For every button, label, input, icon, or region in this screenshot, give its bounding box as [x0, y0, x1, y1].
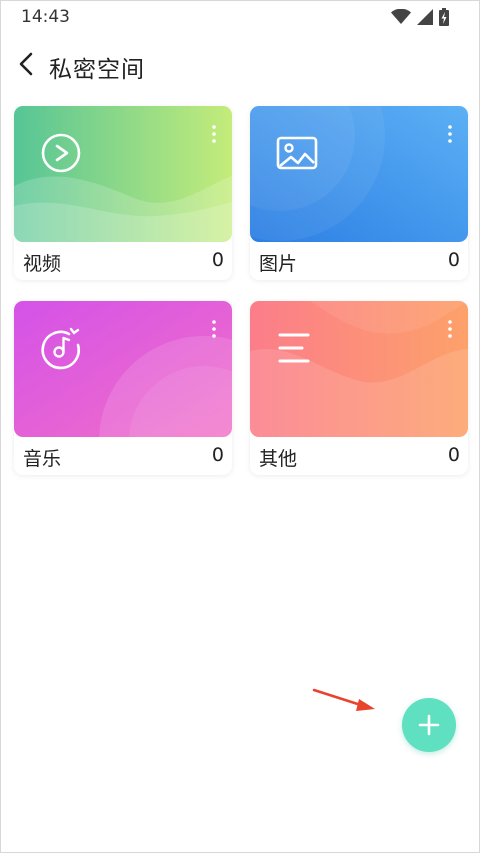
chevron-left-icon [19, 52, 33, 76]
card-label: 音乐 [23, 448, 62, 470]
image-icon [276, 136, 318, 170]
play-circle-icon [41, 133, 81, 173]
more-icon[interactable] [440, 319, 460, 343]
page-title: 私密空间 [49, 57, 145, 83]
card-other[interactable]: 其他 0 [250, 301, 468, 475]
card-music[interactable]: 音乐 0 [14, 301, 232, 475]
status-icons [391, 8, 449, 26]
signal-icon [417, 9, 433, 25]
wifi-icon [391, 9, 411, 24]
more-icon[interactable] [204, 124, 224, 148]
card-count: 0 [211, 249, 224, 271]
battery-icon [439, 8, 449, 26]
status-bar: 14:43 [1, 1, 480, 33]
annotation-arrow [312, 688, 375, 711]
menu-lines-icon [278, 333, 310, 363]
card-images[interactable]: 图片 0 [250, 106, 468, 280]
card-count: 0 [447, 249, 460, 271]
more-icon[interactable] [204, 319, 224, 343]
card-label: 其他 [259, 448, 298, 470]
card-count: 0 [447, 444, 460, 466]
plus-icon [418, 714, 440, 736]
card-label: 视频 [23, 253, 62, 275]
card-video[interactable]: 视频 0 [14, 106, 232, 280]
status-time: 14:43 [21, 7, 70, 27]
music-note-icon [41, 327, 80, 370]
more-icon[interactable] [440, 124, 460, 148]
header: 私密空间 [1, 41, 480, 87]
back-button[interactable] [11, 49, 41, 79]
card-label: 图片 [259, 253, 298, 275]
card-count: 0 [211, 444, 224, 466]
add-button[interactable] [402, 698, 456, 752]
